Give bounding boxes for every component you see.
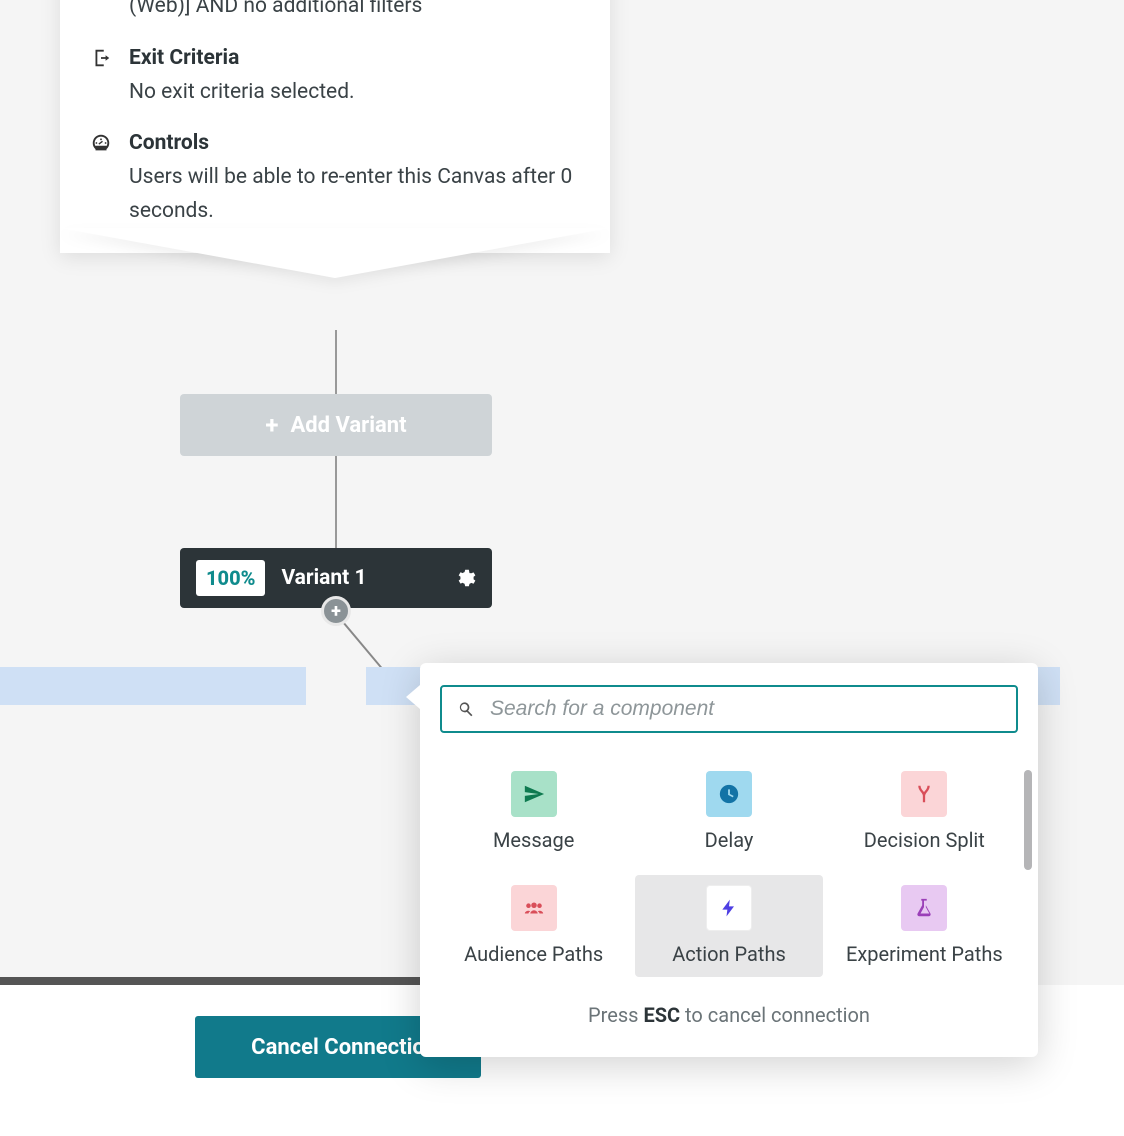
component-delay[interactable]: Delay: [635, 761, 822, 863]
plus-icon: +: [265, 411, 278, 439]
component-action-paths[interactable]: Action Paths: [635, 875, 822, 977]
gear-icon[interactable]: [454, 567, 476, 589]
exit-icon: [90, 47, 114, 69]
exit-text: No exit criteria selected.: [129, 76, 355, 110]
tile-label: Audience Paths: [464, 941, 603, 967]
search-field-wrapper[interactable]: [440, 685, 1018, 733]
variant-name: Variant 1: [281, 566, 438, 590]
controls-text: Users will be able to re-enter this Canv…: [129, 161, 580, 228]
entry-text: (Web)] AND no additional filters: [129, 0, 422, 24]
search-input[interactable]: [490, 697, 1002, 721]
paper-plane-icon: [511, 771, 557, 817]
connector-line: [335, 330, 337, 394]
component-decision-split[interactable]: Decision Split: [831, 761, 1018, 863]
connector-line: [335, 455, 337, 550]
tile-label: Delay: [705, 827, 754, 853]
search-icon: [456, 699, 476, 719]
gauge-icon: [90, 132, 114, 154]
component-picker: Message Delay Decision Split Audience Pa…: [420, 663, 1038, 1057]
exit-title: Exit Criteria: [129, 46, 355, 70]
scrollbar[interactable]: [1024, 770, 1032, 870]
add-step-node[interactable]: +: [321, 596, 351, 626]
drop-zone: [1036, 667, 1060, 705]
settings-card: (Web)] AND no additional filters Exit Cr…: [60, 0, 610, 253]
variant-percentage: 100%: [196, 560, 265, 596]
divider-bar: [0, 977, 480, 985]
component-message[interactable]: Message: [440, 761, 627, 863]
bolt-icon: [706, 885, 752, 931]
add-variant-button[interactable]: + Add Variant: [180, 394, 492, 456]
clock-icon: [706, 771, 752, 817]
split-icon: [901, 771, 947, 817]
tile-label: Decision Split: [864, 827, 985, 853]
component-experiment-paths[interactable]: Experiment Paths: [831, 875, 1018, 977]
drop-zone: [0, 667, 306, 705]
exit-row: Exit Criteria No exit criteria selected.: [90, 46, 580, 110]
controls-title: Controls: [129, 131, 580, 155]
component-grid: Message Delay Decision Split Audience Pa…: [440, 761, 1018, 977]
tile-label: Experiment Paths: [846, 941, 1003, 967]
controls-row: Controls Users will be able to re-enter …: [90, 131, 580, 228]
tile-label: Message: [493, 827, 574, 853]
entry-row: (Web)] AND no additional filters: [90, 0, 580, 24]
users-icon: [511, 885, 557, 931]
flask-icon: [901, 885, 947, 931]
tile-label: Action Paths: [672, 941, 786, 967]
esc-hint: Press ESC to cancel connection: [440, 1003, 1018, 1027]
add-variant-label: Add Variant: [290, 413, 406, 438]
component-audience-paths[interactable]: Audience Paths: [440, 875, 627, 977]
